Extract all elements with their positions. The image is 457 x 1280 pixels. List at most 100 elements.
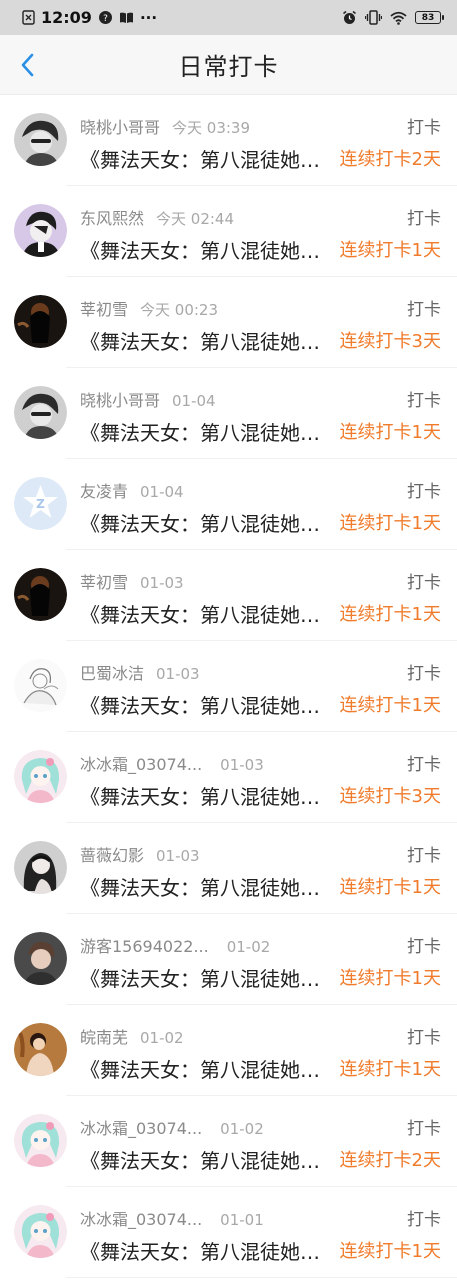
user-name[interactable]: 蔷薇幻影	[80, 846, 144, 865]
user-avatar[interactable]	[14, 1114, 67, 1167]
checkin-action[interactable]: 打卡	[407, 1023, 441, 1048]
vibrate-icon	[365, 10, 382, 25]
battery-indicator: 83	[415, 11, 444, 24]
streak-badge: 连续打卡1天	[339, 695, 441, 716]
checkin-action[interactable]: 打卡	[407, 1205, 441, 1230]
user-avatar[interactable]	[14, 841, 67, 894]
checkin-list: 晓桃小哥哥 今天 03:39 打卡 《舞法天女：第八混徒她… 连续打卡2天 东风熙然 今天 …	[0, 95, 457, 1278]
checkin-action[interactable]: 打卡	[407, 932, 441, 957]
chevron-left-icon	[21, 53, 34, 77]
user-name[interactable]: 冰冰霜_03074...	[80, 1210, 202, 1229]
back-button[interactable]	[12, 49, 42, 81]
row-meta: 冰冰霜_03074... 01-03	[80, 751, 264, 775]
user-name[interactable]: 冰冰霜_03074...	[80, 755, 202, 774]
novel-title[interactable]: 《舞法天女：第八混徒她…	[80, 1054, 332, 1083]
user-avatar[interactable]: Z	[14, 477, 67, 530]
checkin-time: 01-01	[220, 1211, 264, 1229]
novel-title[interactable]: 《舞法天女：第八混徒她…	[80, 508, 332, 537]
checkin-row[interactable]: 冰冰霜_03074... 01-01 打卡《舞法天女：第八混徒她… 连续打卡1天	[0, 1187, 457, 1278]
user-name[interactable]: 游客15694022...	[80, 937, 209, 956]
user-name[interactable]: 东风熙然	[80, 209, 144, 228]
svg-text:?: ?	[103, 14, 108, 24]
novel-title[interactable]: 《舞法天女：第八混徒她…	[80, 872, 332, 901]
status-bar-left: 12:09 ? ···	[22, 8, 157, 27]
novel-title[interactable]: 《舞法天女：第八混徒她…	[80, 781, 332, 810]
row-meta: 晓桃小哥哥 01-04	[80, 387, 216, 411]
checkin-row[interactable]: 晓桃小哥哥 01-04 打卡 《舞法天女：第八混徒她… 连续打卡1天	[0, 368, 457, 459]
checkin-action[interactable]: 打卡	[407, 295, 441, 320]
streak-badge: 连续打卡1天	[339, 604, 441, 625]
user-avatar[interactable]	[14, 750, 67, 803]
checkin-row[interactable]: Z 友凌青 01-04 打卡 《舞法天女：第八混徒她… 连续打卡1天	[0, 459, 457, 550]
user-avatar[interactable]	[14, 1205, 67, 1258]
user-name[interactable]: 巴蜀冰洁	[80, 664, 144, 683]
row-meta: 晓桃小哥哥 今天 03:39	[80, 114, 250, 138]
checkin-action[interactable]: 打卡	[407, 477, 441, 502]
checkin-time: 今天 03:39	[172, 119, 251, 137]
streak-badge: 连续打卡1天	[339, 877, 441, 898]
row-meta: 冰冰霜_03074... 01-02	[80, 1115, 264, 1139]
checkin-row[interactable]: 莘初雪 今天 00:23 打卡《舞法天女：第八混徒她… 连续打卡3天	[0, 277, 457, 368]
sim-icon	[22, 10, 35, 25]
checkin-time: 今天 00:23	[140, 301, 219, 319]
checkin-action[interactable]: 打卡	[407, 204, 441, 229]
user-name[interactable]: 莘初雪	[80, 300, 128, 319]
user-name[interactable]: 莘初雪	[80, 573, 128, 592]
streak-badge: 连续打卡3天	[339, 331, 441, 352]
row-meta: 莘初雪 今天 00:23	[80, 296, 218, 320]
checkin-row[interactable]: 游客15694022... 01-02 打卡 《舞法天女：第八混徒她… 连续打卡1天	[0, 914, 457, 1005]
user-avatar[interactable]	[14, 659, 67, 712]
novel-title[interactable]: 《舞法天女：第八混徒她…	[80, 963, 332, 992]
checkin-action[interactable]: 打卡	[407, 568, 441, 593]
checkin-row[interactable]: 晓桃小哥哥 今天 03:39 打卡《舞法天女：第八混徒她… 连续打卡2天	[0, 95, 457, 186]
streak-badge: 连续打卡2天	[339, 1150, 441, 1171]
checkin-row[interactable]: 巴蜀冰洁 01-03 打卡《舞法天女：第八混徒她… 连续打卡1天	[0, 641, 457, 732]
user-name[interactable]: 冰冰霜_03074...	[80, 1119, 202, 1138]
row-meta: 莘初雪 01-03	[80, 569, 184, 593]
row-meta: 冰冰霜_03074... 01-01	[80, 1206, 264, 1230]
checkin-time: 01-03	[156, 847, 200, 865]
novel-title[interactable]: 《舞法天女：第八混徒她…	[80, 1145, 332, 1174]
streak-badge: 连续打卡2天	[339, 149, 441, 170]
novel-title[interactable]: 《舞法天女：第八混徒她…	[80, 690, 332, 719]
novel-title[interactable]: 《舞法天女：第八混徒她…	[80, 1236, 332, 1265]
checkin-row[interactable]: 东风熙然 今天 02:44 打卡 《舞法天女：第八混徒她… 连续打卡1天	[0, 186, 457, 277]
checkin-action[interactable]: 打卡	[407, 386, 441, 411]
checkin-time: 01-03	[140, 574, 184, 592]
checkin-row[interactable]: 冰冰霜_03074... 01-03 打卡《舞法天女：第八混徒她… 连续打卡3天	[0, 732, 457, 823]
user-avatar[interactable]	[14, 386, 67, 439]
checkin-row[interactable]: 冰冰霜_03074... 01-02 打卡《舞法天女：第八混徒她… 连续打卡2天	[0, 1096, 457, 1187]
row-meta: 巴蜀冰洁 01-03	[80, 660, 200, 684]
streak-badge: 连续打卡3天	[339, 786, 441, 807]
user-name[interactable]: 皖南芜	[80, 1028, 128, 1047]
checkin-row[interactable]: 蔷薇幻影 01-03 打卡《舞法天女：第八混徒她… 连续打卡1天	[0, 823, 457, 914]
novel-title[interactable]: 《舞法天女：第八混徒她…	[80, 599, 332, 628]
user-avatar[interactable]	[14, 295, 67, 348]
novel-title[interactable]: 《舞法天女：第八混徒她…	[80, 235, 332, 264]
user-avatar[interactable]	[14, 568, 67, 621]
checkin-time: 01-03	[220, 756, 264, 774]
user-avatar[interactable]	[14, 932, 67, 985]
user-avatar[interactable]	[14, 1023, 67, 1076]
checkin-action[interactable]: 打卡	[407, 841, 441, 866]
novel-title[interactable]: 《舞法天女：第八混徒她…	[80, 326, 332, 355]
user-avatar[interactable]	[14, 204, 67, 257]
checkin-row[interactable]: 皖南芜 01-02 打卡 《舞法天女：第八混徒她… 连续打卡1天	[0, 1005, 457, 1096]
novel-title[interactable]: 《舞法天女：第八混徒她…	[80, 144, 332, 173]
streak-badge: 连续打卡1天	[339, 240, 441, 261]
novel-title[interactable]: 《舞法天女：第八混徒她…	[80, 417, 332, 446]
checkin-time: 01-04	[140, 483, 184, 501]
user-name[interactable]: 晓桃小哥哥	[80, 391, 160, 410]
checkin-action[interactable]: 打卡	[407, 750, 441, 775]
checkin-row[interactable]: 莘初雪 01-03 打卡《舞法天女：第八混徒她… 连续打卡1天	[0, 550, 457, 641]
status-bar-right: 83	[342, 10, 444, 25]
help-circle-icon: ?	[98, 10, 113, 25]
checkin-time: 01-04	[172, 392, 216, 410]
user-avatar[interactable]	[14, 113, 67, 166]
user-name[interactable]: 晓桃小哥哥	[80, 118, 160, 137]
checkin-action[interactable]: 打卡	[407, 1114, 441, 1139]
checkin-action[interactable]: 打卡	[407, 659, 441, 684]
streak-badge: 连续打卡1天	[339, 1241, 441, 1262]
checkin-action[interactable]: 打卡	[407, 113, 441, 138]
user-name[interactable]: 友凌青	[80, 482, 128, 501]
